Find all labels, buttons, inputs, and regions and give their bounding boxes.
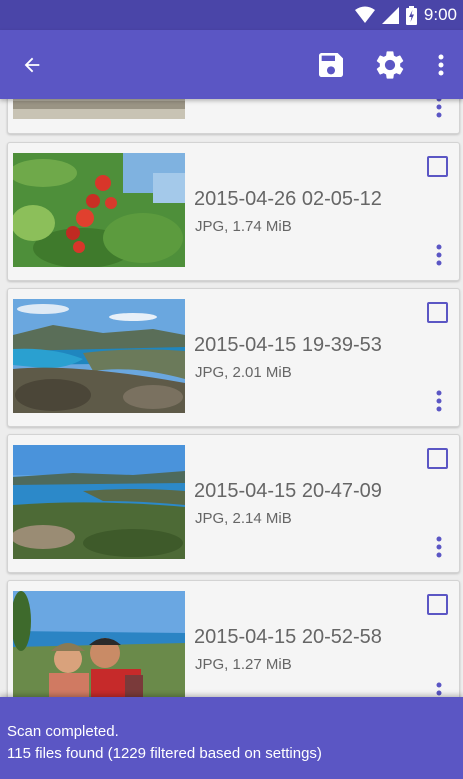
file-name: 2015-04-15 20-47-09 bbox=[194, 480, 382, 502]
status-time: 9:00 bbox=[423, 5, 457, 24]
battery-charging-icon bbox=[405, 5, 417, 25]
save-button[interactable] bbox=[306, 30, 356, 99]
more-vert-icon[interactable] bbox=[436, 390, 442, 412]
settings-button[interactable] bbox=[365, 30, 415, 99]
overflow-menu-button[interactable] bbox=[425, 30, 457, 99]
file-name: 2015-04-15 20-52-58 bbox=[194, 626, 382, 648]
file-info: JPG, 2.14 MiB bbox=[195, 510, 292, 527]
list-item[interactable]: 2015-04-26 02-05-12 JPG, 1.74 MiB bbox=[7, 142, 460, 281]
arrow-back-icon bbox=[24, 57, 40, 72]
more-vert-icon[interactable] bbox=[436, 244, 442, 266]
select-checkbox[interactable] bbox=[427, 302, 448, 323]
snackbar-message: Scan completed. bbox=[7, 723, 119, 740]
file-name: 2015-04-26 02-05-12 bbox=[194, 188, 382, 210]
list-item[interactable]: 2015-04-15 19-39-53 JPG, 2.01 MiB bbox=[7, 288, 460, 427]
more-vert-icon[interactable] bbox=[436, 682, 442, 697]
file-info: JPG, 1.27 MiB bbox=[195, 656, 292, 673]
file-info: JPG, 2.01 MiB bbox=[195, 364, 292, 381]
file-list[interactable]: 2015-04-26 02-05-12 JPG, 1.74 MiB 2015-0… bbox=[0, 99, 463, 697]
select-checkbox[interactable] bbox=[427, 156, 448, 177]
more-vert-icon bbox=[438, 54, 444, 75]
file-thumbnail bbox=[13, 445, 185, 559]
more-vert-icon[interactable] bbox=[436, 536, 442, 558]
gear-icon bbox=[376, 50, 404, 79]
select-checkbox[interactable] bbox=[427, 594, 448, 615]
cell-signal-icon bbox=[381, 6, 399, 24]
file-thumbnail bbox=[13, 99, 185, 119]
save-icon bbox=[319, 52, 343, 77]
select-checkbox[interactable] bbox=[427, 448, 448, 469]
scan-status-snackbar: Scan completed. 115 files found (1229 fi… bbox=[0, 697, 463, 779]
wifi-icon bbox=[354, 6, 375, 23]
app-bar bbox=[0, 30, 463, 99]
status-bar: 9:00 bbox=[0, 0, 463, 30]
file-info: JPG, 1.74 MiB bbox=[195, 218, 292, 235]
file-thumbnail bbox=[13, 299, 185, 413]
file-name: 2015-04-15 19-39-53 bbox=[194, 334, 382, 356]
list-item[interactable]: 2015-04-15 20-52-58 JPG, 1.27 MiB bbox=[7, 580, 460, 697]
back-button[interactable] bbox=[8, 30, 56, 99]
snackbar-detail: 115 files found (1229 filtered based on … bbox=[7, 745, 322, 762]
file-thumbnail bbox=[13, 153, 185, 267]
list-item[interactable]: 2015-04-15 20-47-09 JPG, 2.14 MiB bbox=[7, 434, 460, 573]
more-vert-icon[interactable] bbox=[436, 99, 442, 118]
list-item[interactable] bbox=[7, 99, 460, 134]
file-thumbnail bbox=[13, 591, 185, 697]
